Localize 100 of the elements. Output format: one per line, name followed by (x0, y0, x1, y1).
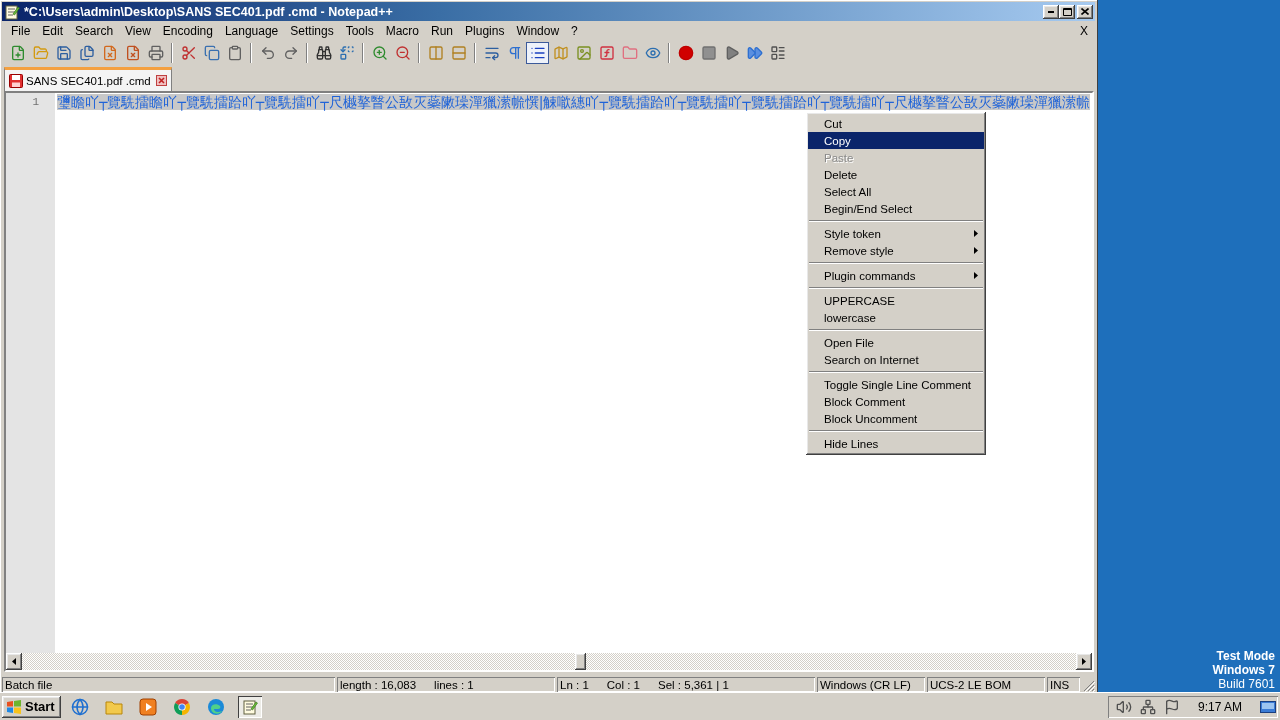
maximize-icon (1062, 7, 1072, 16)
pages-icon (78, 44, 95, 61)
zoom-out-icon (394, 44, 411, 61)
copy-icon (203, 44, 220, 61)
menu-item[interactable]: Settings (284, 23, 340, 38)
status-text: INS (1050, 678, 1070, 691)
page-x-icon (124, 44, 141, 61)
menu-item[interactable]: Language (218, 23, 285, 38)
page-plus-icon (9, 44, 26, 61)
folder-icon (621, 44, 638, 61)
right-arrow-icon (1082, 658, 1086, 665)
taskbar-app-button[interactable] (237, 695, 262, 718)
context-menu-item[interactable]: Delete (808, 166, 984, 183)
menu-item[interactable]: Run (425, 23, 460, 38)
picture-icon (575, 44, 592, 61)
status-text: Sel : 5,361 | 1 (658, 678, 729, 691)
context-menu-item[interactable]: UPPERCASE (808, 292, 984, 309)
binoculars-icon (315, 44, 332, 61)
menu-item[interactable]: Macro (379, 23, 425, 38)
clock[interactable]: 9:17 AM (1197, 699, 1242, 714)
menu-item[interactable]: Plugins (459, 23, 511, 38)
notepad-icon (241, 698, 258, 715)
close-document-button[interactable]: X (1077, 23, 1091, 38)
scroll-thumb[interactable] (575, 653, 587, 670)
close-icon[interactable] (155, 75, 167, 86)
undo-icon (259, 44, 276, 61)
map-icon (552, 44, 569, 61)
wheel-logo-icon (172, 697, 191, 716)
context-menu-item[interactable]: Select All (808, 183, 984, 200)
horizontal-scrollbar[interactable] (6, 653, 1092, 670)
menu-item[interactable]: Window (510, 23, 566, 38)
function-icon (598, 44, 615, 61)
context-menu-item[interactable]: lowercase (808, 309, 984, 326)
menu-item[interactable]: Search (69, 23, 120, 38)
context-menu-item[interactable]: Hide Lines (808, 435, 984, 452)
swirl-logo-icon (206, 697, 225, 716)
left-arrow-icon (12, 658, 16, 665)
stop-icon (700, 44, 717, 61)
macro-list-icon (769, 44, 786, 61)
context-menu-item[interactable]: Remove style (808, 242, 984, 259)
network-icon[interactable] (1139, 698, 1156, 715)
menu-item[interactable]: File (5, 23, 37, 38)
submenu-arrow-icon (974, 272, 978, 279)
play-tile-icon (138, 697, 157, 716)
context-menu-item[interactable]: Plugin commands (808, 267, 984, 284)
context-menu-item[interactable]: Block Uncomment (808, 410, 984, 427)
columns-icon (427, 44, 444, 61)
scroll-right-button[interactable] (1076, 653, 1092, 670)
resize-grip-icon[interactable] (1083, 680, 1095, 692)
fast-forward-icon (746, 44, 763, 61)
flag-icon[interactable] (1163, 698, 1180, 715)
menu-item[interactable]: View (119, 23, 157, 38)
desktop-notice: Test Mode (1216, 649, 1275, 663)
flag-logo-icon (6, 699, 22, 714)
maximize-button[interactable] (1059, 4, 1075, 19)
minimize-icon (1048, 10, 1054, 13)
context-menu-item[interactable]: Search on Internet (808, 351, 984, 368)
scroll-left-button[interactable] (6, 653, 22, 670)
speaker-icon[interactable] (1115, 698, 1132, 715)
folder-icon (104, 698, 123, 715)
file-tab[interactable]: SANS SEC401.pdf .cmd (4, 67, 172, 91)
indent-guide-button[interactable] (526, 41, 549, 64)
status-text: length : 16,083 (340, 678, 417, 691)
status-text: Batch file (5, 678, 53, 691)
menu-item[interactable]: Tools (339, 23, 380, 38)
menu-item[interactable]: Encoding (156, 23, 219, 38)
replace-icon (338, 44, 355, 61)
zoom-in-icon (371, 44, 388, 61)
globe-icon (70, 697, 89, 716)
window-title: *C:\Users\admin\Desktop\SANS SEC401.pdf .cmd - Notepad++ (24, 4, 393, 19)
context-menu-item[interactable]: Copy (808, 132, 984, 149)
minimize-button[interactable] (1043, 4, 1059, 19)
start-button[interactable]: Start (2, 695, 61, 718)
status-text: Ln : 1 (560, 678, 589, 691)
context-menu-item[interactable]: Cut (808, 115, 984, 132)
submenu-arrow-icon (974, 247, 978, 254)
rows-icon (450, 44, 467, 61)
printer-icon (147, 44, 164, 61)
status-text: lines : 1 (434, 678, 474, 691)
context-menu-item[interactable]: Style token (808, 225, 984, 242)
record-icon (677, 44, 694, 61)
line-number: 1 (31, 95, 40, 110)
desktop-notice: Windows 7 (1212, 663, 1275, 677)
menu-item[interactable]: ? (565, 23, 584, 38)
menu-item[interactable]: Edit (36, 23, 70, 38)
context-menu-item[interactable]: Toggle Single Line Comment (808, 376, 984, 393)
context-menu-item[interactable]: Open File (808, 334, 984, 351)
desktop-icon (1260, 700, 1276, 713)
context-menu-item[interactable]: Block Comment (808, 393, 984, 410)
redo-icon (282, 44, 299, 61)
status-text: Col : 1 (606, 678, 641, 691)
status-text: UCS-2 LE BOM (930, 678, 1012, 691)
context-menu-item[interactable]: Begin/End Select (808, 200, 984, 217)
close-button[interactable] (1077, 4, 1093, 19)
status-text: Windows (CR LF) (820, 678, 911, 691)
clipboard-icon (226, 44, 243, 61)
notepad-icon (4, 3, 20, 20)
desktop-notice: Build 7601 (1218, 677, 1275, 691)
submenu-arrow-icon (974, 230, 978, 237)
folder-icon (32, 44, 49, 61)
